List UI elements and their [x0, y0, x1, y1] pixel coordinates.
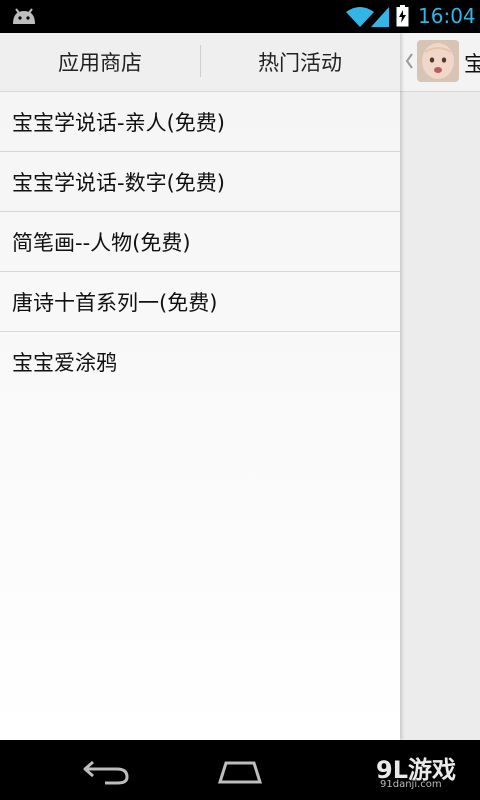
main-panel-header[interactable]: 宝 [400, 33, 480, 92]
android-icon [13, 8, 35, 24]
back-chevron-icon[interactable] [404, 52, 416, 70]
list-item[interactable]: 简笔画--人物(免费) [0, 212, 400, 272]
watermark-logo: 9L游戏 91danji.com [372, 746, 476, 798]
list-item-label: 唐诗十首系列一(免费) [12, 290, 218, 315]
status-clock: 16:04 [418, 4, 476, 28]
main-panel-title: 宝 [464, 52, 480, 76]
tab-hot-events[interactable]: 热门活动 [200, 33, 400, 91]
battery-charging-icon [396, 5, 409, 27]
app-drawer: 应用商店 热门活动 宝宝学说话-亲人(免费) 宝宝学说话-数字(免费) 简笔画-… [0, 33, 400, 740]
back-icon[interactable] [78, 757, 134, 785]
list-item-label: 简笔画--人物(免费) [12, 230, 191, 255]
list-item[interactable]: 宝宝爱涂鸦 [0, 332, 400, 392]
tab-app-store[interactable]: 应用商店 [0, 33, 200, 91]
list-item[interactable]: 宝宝学说话-亲人(免费) [0, 92, 400, 152]
tab-hot-events-label: 热门活动 [258, 51, 342, 75]
watermark-url: 91danji.com [380, 779, 442, 790]
tab-app-store-label: 应用商店 [58, 51, 142, 75]
list-item-label: 宝宝学说话-亲人(免费) [12, 110, 225, 135]
list-item-label: 宝宝爱涂鸦 [12, 351, 117, 375]
list-item-label: 宝宝学说话-数字(免费) [12, 170, 225, 195]
app-list: 宝宝学说话-亲人(免费) 宝宝学说话-数字(免费) 简笔画--人物(免费) 唐诗… [0, 92, 400, 392]
phone-screen: 16:04 应用商店 热门活动 宝宝学说话-亲人(免费) 宝宝学说话-数字(免费… [0, 0, 480, 800]
navigation-bar: 9L游戏 91danji.com [0, 740, 480, 800]
home-icon[interactable] [212, 757, 268, 785]
signal-icon [371, 7, 389, 27]
baby-avatar[interactable] [417, 40, 459, 82]
list-item[interactable]: 唐诗十首系列一(免费) [0, 272, 400, 332]
status-bar: 16:04 [0, 0, 480, 33]
drawer-tabs: 应用商店 热门活动 [0, 33, 400, 92]
main-panel-peek[interactable]: 宝 [400, 33, 480, 740]
list-item[interactable]: 宝宝学说话-数字(免费) [0, 152, 400, 212]
